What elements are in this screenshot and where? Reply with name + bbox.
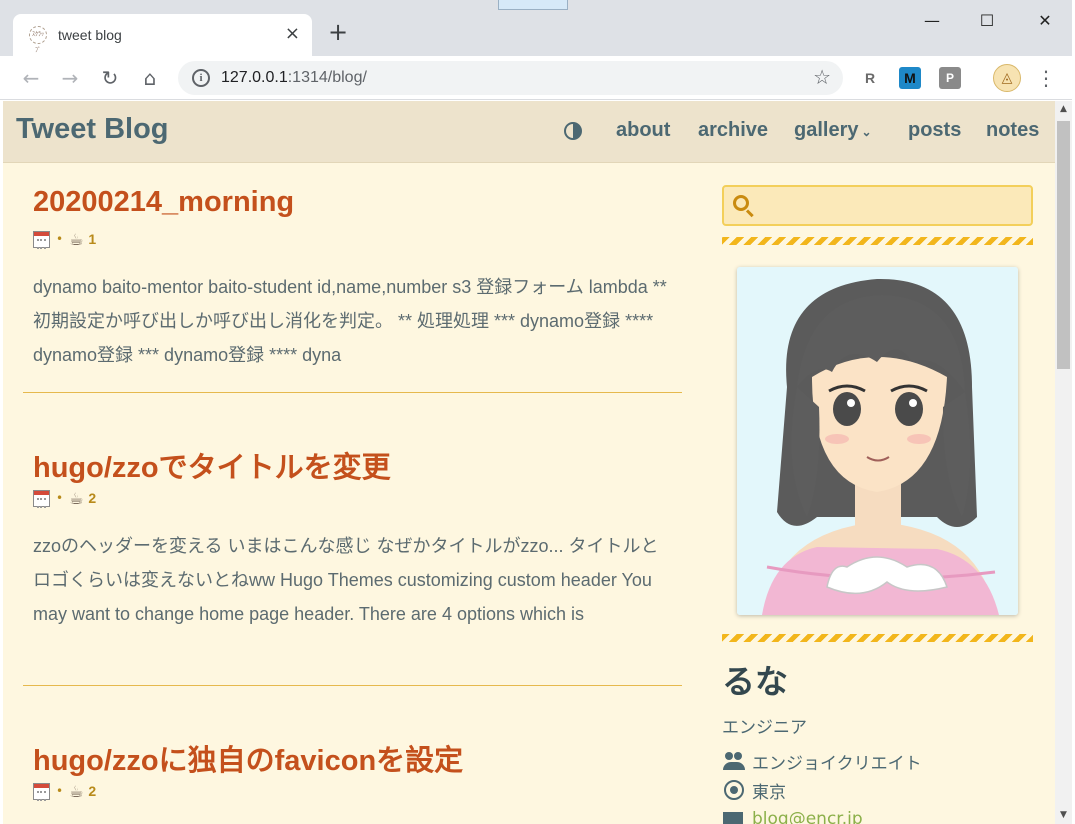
site-favicon-icon: ｽｸﾗｯﾌﾟ [29,26,47,54]
calendar-icon [33,782,50,801]
post-excerpt: zzoのヘッダーを変える いまはこんな感じ なぜかタイトルがzzo... タイト… [33,536,659,624]
email-link[interactable]: blog@encr.jp [752,809,863,824]
page-viewport: Tweet Blog about archive gallery ⌄ posts … [3,101,1055,824]
p-extension-icon[interactable]: P [939,67,961,89]
nav-notes[interactable]: notes [986,119,1039,142]
post-meta: • ☕ 2 [33,781,96,801]
post-meta: • ☕ 2 [33,488,96,508]
post-excerpt: dynamo baito-mentor baito-student id,nam… [33,277,667,365]
m-extension-icon[interactable]: M [899,67,921,89]
post-title[interactable]: hugo/zzoでタイトルを変更 [33,444,682,486]
read-time: 1 [88,231,97,247]
browser-tab[interactable]: ｽｸﾗｯﾌﾟ tweet blog × [13,14,312,56]
profile-avatar[interactable]: ◬ [993,64,1021,92]
site-header: Tweet Blog about archive gallery ⌄ posts … [3,101,1055,163]
url-text[interactable]: 127.0.0.1:1314/blog/ [221,69,367,87]
chevron-down-icon: ⌄ [861,125,872,139]
forward-arrow-icon[interactable]: → [56,64,84,92]
stripe-divider [722,634,1033,642]
browser-titlebar: ｽｸﾗｯﾌﾟ tweet blog × + — ☐ ✕ [0,0,1075,56]
minimize-button[interactable]: — [918,8,946,34]
calendar-icon [33,489,50,508]
scrollbar-thumb[interactable] [1057,121,1070,369]
author-name: るな [722,662,788,701]
coffee-cup-icon: ☕ [69,488,84,508]
coffee-cup-icon: ☕ [69,229,84,249]
nav-about[interactable]: about [616,119,670,142]
home-icon[interactable]: ⌂ [136,64,164,92]
author-avatar [737,267,1018,615]
window-drag-handle[interactable] [498,0,568,10]
post-title[interactable]: hugo/zzoに独自のfaviconを設定 [33,737,682,779]
browser-menu-icon[interactable]: ⋮ [1036,64,1056,92]
search-input[interactable] [722,185,1033,226]
scroll-up-icon[interactable]: ▲ [1055,101,1072,118]
read-time: 2 [88,490,97,506]
read-time: 2 [88,783,97,799]
search-icon [733,195,749,211]
bookmark-star-icon[interactable]: ☆ [813,65,831,89]
post-card: 20200214_morning • ☕ 1 dynamo baito-ment… [23,186,682,393]
address-bar[interactable]: i 127.0.0.1:1314/blog/ ☆ [178,61,843,95]
theme-toggle-icon[interactable] [564,122,582,140]
site-info-icon[interactable]: i [192,69,210,87]
location-icon [722,779,746,801]
people-icon [722,750,746,772]
tab-title: tweet blog [58,27,122,43]
r-extension-icon[interactable]: R [859,67,881,89]
coffee-cup-icon: ☕ [69,781,84,801]
page-scrollbar[interactable]: ▲ ▼ [1055,101,1072,824]
calendar-icon [33,230,50,249]
post-card: hugo/zzoでタイトルを変更 • ☕ 2 zzoのヘッダーを変える いまはこ… [23,444,682,686]
nav-gallery[interactable]: gallery ⌄ [794,119,872,142]
nav-archive[interactable]: archive [698,119,768,142]
stripe-divider [722,237,1033,245]
maximize-button[interactable]: ☐ [973,8,1001,34]
post-meta: • ☕ 1 [33,229,96,249]
back-arrow-icon[interactable]: ← [17,64,45,92]
author-location: 東京 [722,778,786,803]
author-organization: エンジョイクリエイト [722,749,922,774]
reload-icon[interactable]: ↻ [96,64,124,92]
close-window-button[interactable]: ✕ [1031,8,1059,34]
post-title[interactable]: 20200214_morning [33,186,682,219]
new-tab-button[interactable]: + [328,20,348,44]
nav-posts[interactable]: posts [908,119,961,142]
author-email: blog@encr.jp [722,807,863,824]
site-title[interactable]: Tweet Blog [16,113,169,146]
post-card: hugo/zzoに独自のfaviconを設定 • ☕ 2 [23,737,682,824]
tab-close-icon[interactable]: × [285,24,300,44]
author-role: エンジニア [722,718,807,738]
mail-icon [722,808,746,824]
browser-toolbar: ← → ↻ ⌂ i 127.0.0.1:1314/blog/ ☆ R M P ◬… [0,56,1075,100]
scroll-down-icon[interactable]: ▼ [1055,807,1072,824]
